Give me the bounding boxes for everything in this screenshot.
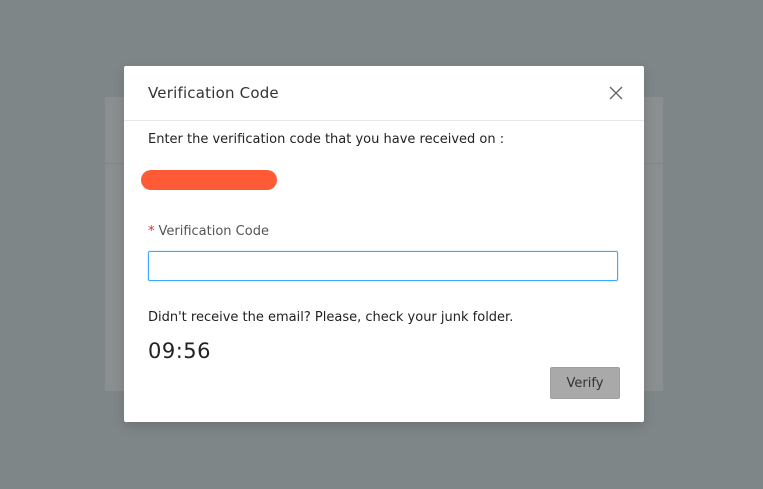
modal-title: Verification Code [148,84,279,102]
verify-button[interactable]: Verify [550,367,620,399]
countdown-timer: 09:56 [148,339,212,363]
verification-code-input[interactable] [148,251,618,281]
verification-code-label: * Verification Code [148,224,269,239]
required-mark: * [148,224,155,239]
redacted-email [141,170,277,190]
junk-folder-hint: Didn't receive the email? Please, check … [148,310,514,325]
intro-text: Enter the verification code that you hav… [148,132,505,147]
modal-header: Verification Code [124,66,644,121]
verification-modal: Verification Code Enter the verification… [124,66,644,422]
field-label-text: Verification Code [158,224,269,239]
close-button[interactable] [608,85,624,101]
close-icon [609,86,623,100]
